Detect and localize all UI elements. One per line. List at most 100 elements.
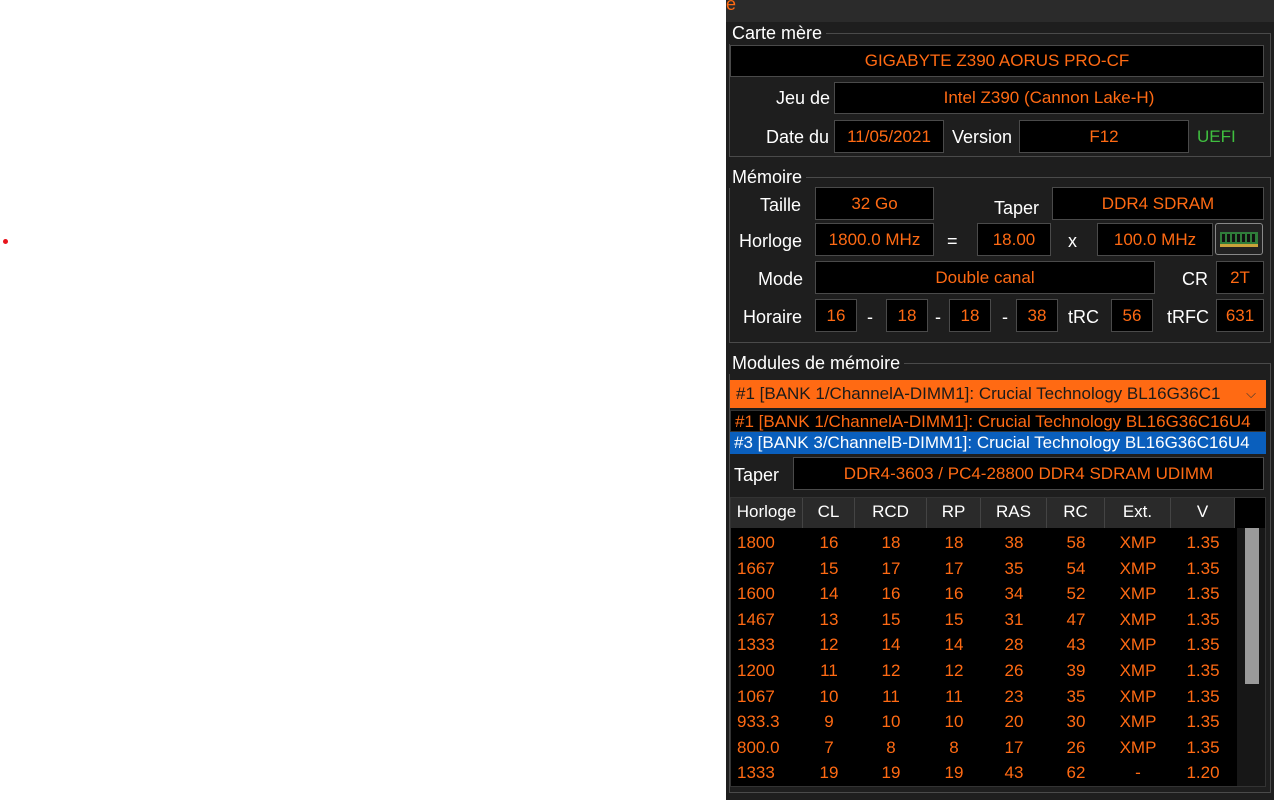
module-option-highlighted[interactable]: #3 [BANK 3/ChannelB-DIMM1]: Crucial Tech… — [730, 432, 1266, 454]
timing-trp-field: 18 — [949, 299, 991, 332]
scrollbar-thumb[interactable] — [1245, 528, 1259, 684]
table-cell-cl: 7 — [824, 737, 834, 757]
table-row: 1467 13 15 15 31 47 XMP 1.35 — [731, 607, 1235, 632]
module-type-field: DDR4-3603 / PC4-28800 DDR4 SDRAM UDIMM — [793, 457, 1264, 490]
table-cell-ras: 38 — [1004, 533, 1024, 552]
mode-label: Mode — [758, 269, 804, 289]
equals-sign: = — [947, 231, 958, 251]
timing-dash: - — [867, 307, 873, 327]
table-cell-cl: 12 — [819, 635, 839, 655]
spd-timings-table: Horloge CL RCD RP RAS RC Ext. V 1800 16 18 18 38 58 X… — [730, 497, 1266, 787]
table-cell-rc: 39 — [1066, 661, 1086, 680]
table-cell-ras: 34 — [1004, 584, 1024, 604]
table-cell-ras: 17 — [1004, 737, 1024, 757]
dram-frequency-field: 1800.0 MHz — [815, 223, 934, 256]
channel-mode-field: Double canal — [815, 261, 1155, 294]
table-cell-rcd: 10 — [881, 712, 901, 732]
motherboard-section-title: Carte mère — [728, 23, 827, 44]
table-cell-voltage: 1.35 — [1186, 661, 1220, 680]
table-cell-ext: XMP — [1119, 558, 1157, 578]
column-header-cl[interactable]: CL — [803, 498, 855, 528]
table-row: 1333 19 19 19 43 62 - 1.20 — [731, 760, 1235, 785]
red-dot-marker — [3, 239, 8, 244]
trfc-field: 631 — [1216, 299, 1264, 332]
version-label: Version — [952, 127, 1013, 147]
command-rate-field: 2T — [1216, 261, 1264, 294]
bios-date-field: 11/05/2021 — [834, 120, 944, 153]
table-cell-clock: 1600 — [737, 584, 775, 604]
table-cell-ras: 35 — [1004, 558, 1024, 578]
module-select[interactable]: #1 [BANK 1/ChannelA-DIMM1]: Crucial Tech… — [730, 380, 1266, 408]
table-cell-rc: 43 — [1066, 635, 1086, 655]
table-row: 1067 10 11 11 23 35 XMP 1.35 — [731, 684, 1235, 709]
table-cell-cl: 19 — [819, 763, 839, 783]
date-label: Date du — [766, 127, 830, 147]
table-cell-cl: 10 — [819, 686, 839, 706]
table-header: Horloge CL RCD RP RAS RC Ext. V — [731, 498, 1235, 528]
column-header-rcd[interactable]: RCD — [855, 498, 927, 528]
table-cell-ras: 28 — [1004, 635, 1024, 655]
table-cell-ras: 31 — [1004, 609, 1024, 629]
clock-label: Horloge — [739, 231, 803, 251]
table-cell-clock: 1067 — [737, 686, 775, 706]
memory-size-field: 32 Go — [815, 187, 934, 220]
table-cell-rcd: 8 — [886, 737, 896, 757]
column-header-voltage[interactable]: V — [1171, 498, 1235, 528]
table-cell-rp: 18 — [944, 533, 964, 552]
column-header-rp[interactable]: RP — [927, 498, 981, 528]
table-cell-rp: 14 — [944, 635, 964, 655]
multiplier-field: 18.00 — [977, 223, 1051, 256]
table-cell-ras: 23 — [1004, 686, 1024, 706]
table-cell-rp: 12 — [944, 661, 964, 680]
table-cell-rc: 52 — [1066, 584, 1086, 604]
column-header-rc[interactable]: RC — [1047, 498, 1105, 528]
table-cell-rp: 10 — [944, 712, 964, 732]
table-cell-clock: 1800 — [737, 533, 775, 552]
timing-cl-field: 16 — [815, 299, 857, 332]
table-scrollbar[interactable] — [1237, 528, 1265, 786]
table-cell-rp: 15 — [944, 609, 964, 629]
column-header-ras[interactable]: RAS — [981, 498, 1047, 528]
size-label: Taille — [760, 195, 802, 215]
table-cell-clock: 800.0 — [737, 737, 780, 757]
table-cell-rc: 30 — [1066, 712, 1086, 732]
module-type-label: Taper — [734, 465, 780, 485]
table-cell-rc: 62 — [1066, 763, 1086, 783]
table-cell-cl: 14 — [819, 584, 839, 604]
cpu-z-panel: e Carte mère GIGABYTE Z390 AORUS PRO-CF … — [726, 0, 1274, 800]
memory-type-field: DDR4 SDRAM — [1052, 187, 1264, 220]
table-cell-ras: 20 — [1004, 712, 1024, 732]
timings-label: Horaire — [743, 307, 803, 327]
column-header-clock[interactable]: Horloge — [731, 498, 803, 528]
table-cell-ext: XMP — [1119, 584, 1157, 604]
table-cell-rp: 11 — [945, 686, 963, 706]
table-cell-rcd: 18 — [881, 533, 901, 552]
column-header-ext[interactable]: Ext. — [1105, 498, 1171, 528]
modules-section-title: Modules de mémoire — [728, 353, 905, 374]
table-cell-voltage: 1.35 — [1186, 533, 1220, 552]
timing-dash: - — [1002, 307, 1008, 327]
table-cell-cl: 16 — [819, 533, 839, 552]
bios-version-field: F12 — [1019, 120, 1189, 153]
trc-field: 56 — [1111, 299, 1153, 332]
table-cell-rcd: 15 — [881, 609, 901, 629]
title-fragment: e — [726, 0, 737, 14]
chipset-label: Jeu de — [776, 88, 831, 108]
module-option[interactable]: #1 [BANK 1/ChannelA-DIMM1]: Crucial Tech… — [730, 410, 1266, 432]
table-cell-voltage: 1.20 — [1186, 763, 1220, 783]
table-cell-rc: 58 — [1066, 533, 1086, 552]
timing-dash: - — [935, 307, 941, 327]
table-cell-clock: 1333 — [737, 635, 775, 655]
motherboard-model-field: GIGABYTE Z390 AORUS PRO-CF — [730, 45, 1264, 77]
table-cell-rcd: 17 — [881, 558, 901, 578]
memory-section-title: Mémoire — [728, 167, 807, 188]
table-cell-ext: XMP — [1119, 609, 1157, 629]
trfc-label: tRFC — [1167, 307, 1209, 327]
table-cell-ext: - — [1135, 763, 1141, 783]
table-cell-cl: 11 — [820, 661, 838, 680]
memory-module-icon — [1215, 223, 1263, 255]
uefi-badge: UEFI — [1197, 127, 1236, 146]
table-cell-ext: XMP — [1119, 661, 1157, 680]
table-row: 1600 14 16 16 34 52 XMP 1.35 — [731, 581, 1235, 606]
table-cell-voltage: 1.35 — [1186, 686, 1220, 706]
